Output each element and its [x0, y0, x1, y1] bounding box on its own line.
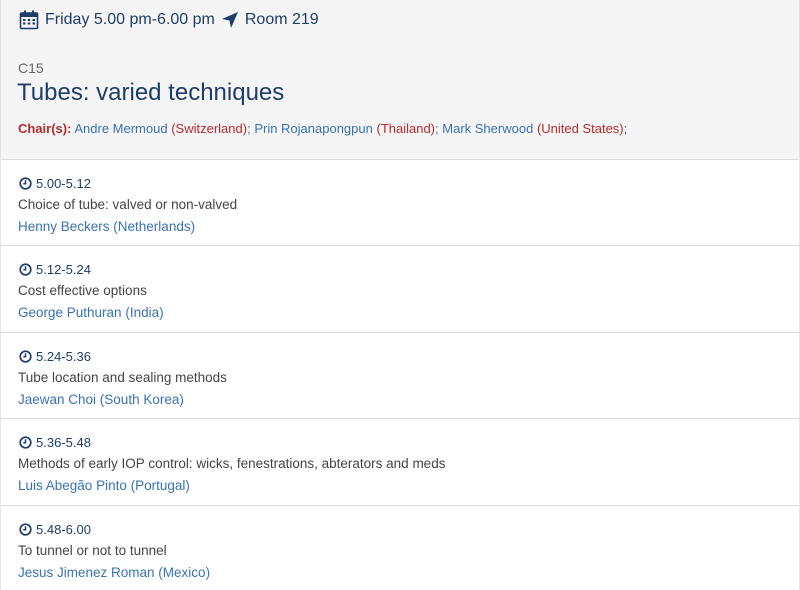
session-title: Tubes: varied techniques	[17, 79, 285, 106]
session-room: Room 219	[244, 11, 319, 28]
clock-icon	[19, 436, 36, 449]
talk-title: To tunnel or not to tunnel	[18, 542, 167, 558]
chair-country: (Switzerland)	[171, 121, 248, 136]
session-header: Friday 5.00 pm-6.00 pm Room 219 C15 Tube…	[1, 0, 799, 160]
talk-time-label: 5.12-5.24	[36, 262, 91, 278]
session-meta: Friday 5.00 pm-6.00 pm Room 219	[19, 10, 319, 30]
talk-time: 5.36-5.48	[19, 435, 91, 450]
session-schedule: Friday 5.00 pm-6.00 pm	[45, 11, 215, 28]
clock-icon	[19, 350, 36, 363]
talk-item: 5.24-5.36 Tube location and sealing meth…	[1, 333, 799, 420]
talk-time: 5.00-5.12	[19, 176, 91, 191]
talk-list: 5.00-5.12 Choice of tube: valved or non-…	[1, 160, 799, 590]
chair-separator: ;	[623, 121, 628, 136]
session-chairs: Chair(s): Andre Mermoud (Switzerland); P…	[18, 121, 627, 136]
talk-speaker[interactable]: Henny Beckers (Netherlands)	[18, 219, 195, 234]
talk-time: 5.12-5.24	[19, 262, 91, 277]
talk-time-label: 5.24-5.36	[36, 348, 91, 364]
talk-item: 5.12-5.24 Cost effective options George …	[1, 246, 799, 333]
talk-speaker[interactable]: Jesus Jimenez Roman (Mexico)	[18, 565, 210, 580]
talk-item: 5.48-6.00 To tunnel or not to tunnel Jes…	[1, 506, 799, 590]
talk-speaker[interactable]: Jaewan Choi (South Korea)	[18, 392, 184, 407]
chair-separator: ;	[435, 121, 439, 136]
location-arrow-icon	[221, 11, 239, 29]
talk-time-label: 5.36-5.48	[36, 435, 91, 451]
talk-item: 5.00-5.12 Choice of tube: valved or non-…	[1, 160, 799, 247]
clock-icon	[19, 522, 36, 536]
session-panel: Friday 5.00 pm-6.00 pm Room 219 C15 Tube…	[0, 0, 800, 590]
talk-title: Methods of early IOP control: wicks, fen…	[18, 456, 446, 472]
talk-speaker[interactable]: Luis Abegão Pinto (Portugal)	[18, 478, 190, 493]
clock-icon	[19, 263, 36, 277]
calendar-icon	[19, 10, 39, 30]
chair-name[interactable]: Prin Rojanapongpun	[254, 121, 373, 136]
talk-item: 5.36-5.48 Methods of early IOP control: …	[1, 419, 799, 506]
talk-title: Cost effective options	[18, 283, 147, 299]
chair-separator: ;	[247, 121, 251, 136]
chair-name[interactable]: Andre Mermoud	[74, 121, 167, 136]
talk-speaker[interactable]: George Puthuran (India)	[18, 305, 164, 320]
talk-time-label: 5.48-6.00	[36, 521, 91, 537]
talk-title: Choice of tube: valved or non-valved	[18, 197, 238, 212]
clock-icon	[19, 177, 36, 190]
session-code: C15	[18, 60, 44, 76]
talk-title: Tube location and sealing methods	[18, 369, 227, 385]
chairs-label: Chair(s):	[18, 121, 72, 136]
talk-time-label: 5.00-5.12	[36, 176, 91, 191]
chair-name[interactable]: Mark Sherwood	[442, 121, 533, 136]
talk-time: 5.24-5.36	[19, 349, 91, 364]
chair-country: (Thailand)	[376, 121, 436, 136]
chair-country: (United States)	[536, 121, 624, 136]
talk-time: 5.48-6.00	[19, 522, 91, 537]
